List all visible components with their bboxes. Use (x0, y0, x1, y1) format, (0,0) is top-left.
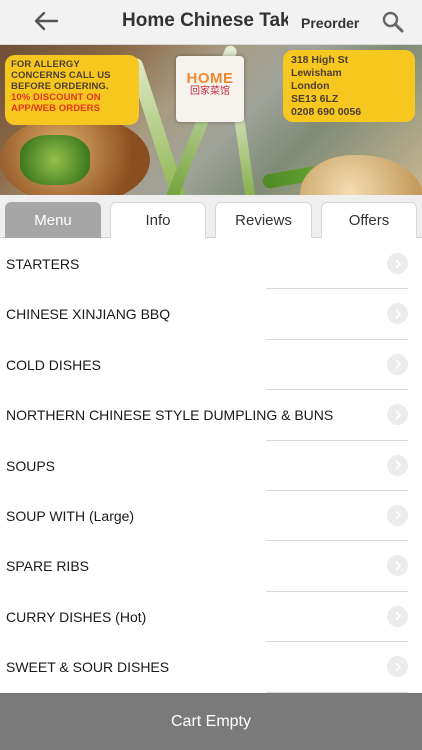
logo-subtext: 回家菜馆 (190, 86, 230, 97)
food-image-broccoli (20, 135, 90, 185)
category-item-sweet-sour[interactable]: SWEET & SOUR DISHES (0, 642, 422, 693)
category-item-cold-dishes[interactable]: COLD DISHES (0, 340, 422, 391)
food-image-ginger (300, 155, 422, 195)
category-item-dumplings-buns[interactable]: NORTHERN CHINESE STYLE DUMPLING & BUNS (0, 390, 422, 441)
cart-status: Cart Empty (170, 712, 251, 730)
chevron-right-icon (387, 253, 408, 274)
category-item-soups[interactable]: SOUPS (0, 441, 422, 491)
tab-info[interactable]: Info (110, 202, 206, 238)
phone-number: 0208 690 0056 (291, 106, 362, 118)
back-button[interactable] (26, 8, 66, 38)
category-label: COLD DISHES (6, 356, 101, 373)
category-item-starters[interactable]: STARTERS (0, 239, 422, 290)
category-item-spare-ribs[interactable]: SPARE RIBS (0, 541, 422, 592)
category-item-xinjiang-bbq[interactable]: CHINESE XINJIANG BBQ (0, 289, 422, 340)
search-button[interactable] (378, 10, 408, 38)
category-label: SPARE RIBS (6, 558, 89, 575)
address-line: London (291, 80, 330, 92)
chevron-right-icon (387, 454, 408, 476)
search-icon (381, 10, 405, 39)
address-line: Lewisham (291, 67, 342, 79)
tab-reviews[interactable]: Reviews (215, 202, 312, 238)
promo-line: FOR ALLERGY (11, 59, 80, 70)
tab-bar: Menu Info Reviews Offers (0, 195, 422, 238)
restaurant-logo: HOME 回家菜馆 (176, 56, 244, 122)
tab-offers[interactable]: Offers (321, 202, 417, 238)
chevron-right-icon (387, 555, 408, 577)
category-list: STARTERS CHINESE XINJIANG BBQ COLD DISHE… (0, 239, 422, 693)
address-line: 318 High St (291, 54, 349, 66)
cart-button[interactable]: Cart Empty (0, 693, 422, 750)
discount-line: APP/WEB ORDERS (11, 103, 101, 114)
category-label: CHINESE XINJIANG BBQ (6, 306, 171, 323)
category-label: NORTHERN CHINESE STYLE DUMPLING & BUNS (6, 407, 334, 424)
arrow-left-icon (33, 11, 59, 36)
chevron-right-icon (387, 504, 408, 526)
address-line: SE13 6LZ (291, 93, 339, 105)
preorder-button[interactable]: Preorder (301, 15, 359, 31)
logo-text: HOME (186, 70, 234, 87)
chevron-right-icon (387, 353, 408, 375)
chevron-right-icon (387, 605, 408, 627)
category-item-curry-dishes[interactable]: CURRY DISHES (Hot) (0, 592, 422, 643)
category-item-soup-large[interactable]: SOUP WITH (Large) (0, 491, 422, 542)
category-label: SOUPS (6, 457, 56, 474)
category-label: SWEET & SOUR DISHES (6, 659, 170, 676)
chevron-right-icon (387, 303, 408, 325)
category-label: SOUP WITH (Large) (6, 507, 135, 524)
allergy-promo-badge: FOR ALLERGY CONCERNS CALL US BEFORE ORDE… (5, 55, 139, 125)
top-bar: Home Chinese Takeaway Preorder (0, 0, 422, 45)
address-badge: 318 High St Lewisham London SE13 6LZ 020… (283, 50, 415, 122)
tab-menu[interactable]: Menu (5, 202, 101, 238)
discount-line: 10% DISCOUNT ON (11, 92, 101, 103)
category-label: CURRY DISHES (Hot) (6, 608, 147, 625)
promo-line: BEFORE ORDERING. (11, 81, 109, 92)
promo-line: CONCERNS CALL US (11, 70, 111, 81)
category-label: STARTERS (6, 256, 80, 272)
chevron-right-icon (387, 404, 408, 426)
chevron-right-icon (387, 656, 408, 678)
page-title: Home Chinese Takeaway (122, 10, 288, 31)
